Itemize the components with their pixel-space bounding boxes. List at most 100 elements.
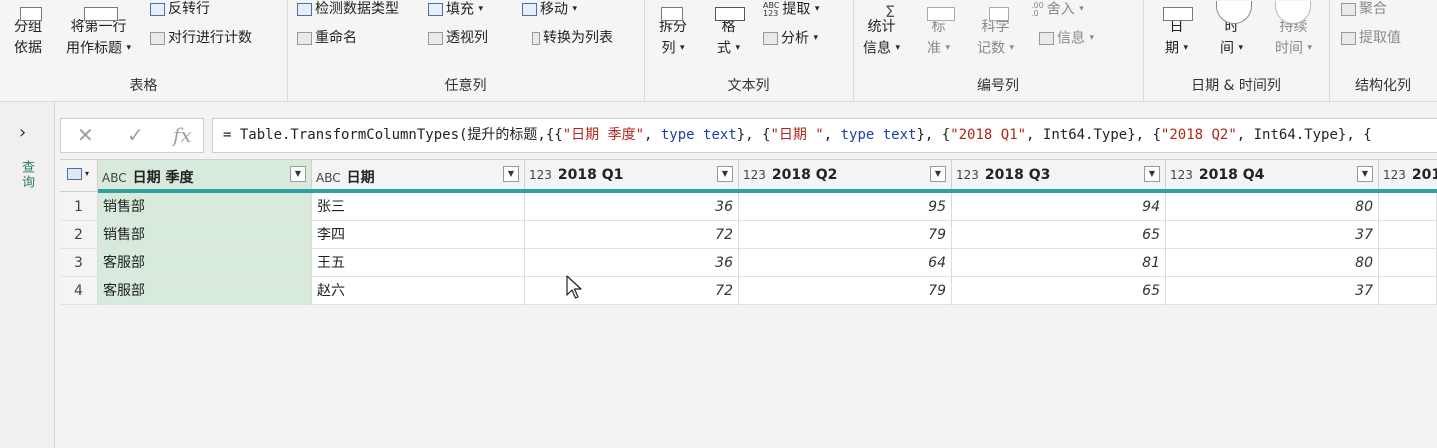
formula-token: type text <box>660 127 737 143</box>
cell-2019[interactable] <box>1379 221 1437 249</box>
table-row[interactable]: 4 客服部 赵六 72 79 65 37 <box>60 277 1437 305</box>
whole-number-type-icon[interactable]: 123 <box>1170 168 1193 182</box>
rename-button[interactable]: 重命名 <box>297 28 357 49</box>
text-type-icon[interactable]: ABC <box>102 171 127 185</box>
cell-2019[interactable] <box>1379 193 1437 221</box>
cell-2019[interactable] <box>1379 249 1437 277</box>
table-row[interactable]: 2 销售部 李四 72 79 65 37 <box>60 221 1437 249</box>
fx-icon[interactable]: fx <box>173 123 192 147</box>
cell-date[interactable]: 王五 <box>312 249 525 277</box>
filter-dropdown-icon[interactable]: ▼ <box>717 166 733 182</box>
cell-2019[interactable] <box>1379 277 1437 305</box>
row-number[interactable]: 3 <box>60 249 98 277</box>
cell-2018-q1[interactable]: 36 <box>525 193 739 221</box>
filter-dropdown-icon[interactable]: ▼ <box>1357 166 1373 182</box>
detect-data-type-button[interactable]: 检测数据类型 <box>297 0 399 20</box>
chevron-down-icon: ▾ <box>1089 33 1094 43</box>
scientific-button[interactable]: 科学 记数 ▾ <box>977 7 1014 60</box>
information-button[interactable]: 信息 ▾ <box>1039 28 1094 50</box>
extract-button[interactable]: ABC 123 提取 ▾ <box>763 0 819 21</box>
date-button[interactable]: 日 期 ▾ <box>1163 7 1193 60</box>
cell-2018-q4[interactable]: 37 <box>1166 277 1379 305</box>
standard-button[interactable]: 标 准 ▾ <box>927 7 955 60</box>
format-button[interactable]: 格 式 ▾ <box>715 7 745 60</box>
use-first-row-as-headers-button[interactable]: 将第一行 用作标题 ▾ <box>66 7 131 60</box>
expand-queries-icon[interactable]: › <box>19 122 26 143</box>
column-header-2018-q1[interactable]: 123 2018 Q1 ▼ <box>525 160 739 191</box>
cell-2018-q1[interactable]: 72 <box>525 277 739 305</box>
table-menu-button[interactable]: ▾ <box>60 160 98 191</box>
cell-date[interactable]: 张三 <box>312 193 525 221</box>
cell-2018-q2[interactable]: 95 <box>739 193 952 221</box>
cell-date[interactable]: 赵六 <box>312 277 525 305</box>
cell-2018-q4[interactable]: 37 <box>1166 221 1379 249</box>
fill-button[interactable]: 填充 ▾ <box>428 0 483 21</box>
convert-to-list-button[interactable]: 转换为列表 <box>532 28 613 49</box>
pivot-column-button[interactable]: 透视列 <box>428 28 488 49</box>
extract-values-button[interactable]: 提取值 <box>1341 28 1401 49</box>
pivot-icon <box>428 31 443 45</box>
filter-dropdown-icon[interactable]: ▼ <box>290 166 306 182</box>
cell-2018-q4[interactable]: 80 <box>1166 193 1379 221</box>
cell-2018-q3[interactable]: 65 <box>952 277 1166 305</box>
cell-date-quarter[interactable]: 客服部 <box>98 277 312 305</box>
filter-dropdown-icon[interactable]: ▼ <box>1144 166 1160 182</box>
cell-2018-q2[interactable]: 79 <box>739 277 952 305</box>
cancel-formula-icon[interactable]: ✕ <box>77 123 94 147</box>
formula-token: "日期 季度" <box>562 127 645 143</box>
cell-2018-q1[interactable]: 36 <box>525 249 739 277</box>
cell-2018-q3[interactable]: 94 <box>952 193 1166 221</box>
parse-button[interactable]: 分析 ▾ <box>763 28 818 50</box>
datetime-group: 日 期 ▾ 时 间 ▾ 持续 时间 ▾ 日期 & 时间列 <box>1143 0 1330 101</box>
whole-number-type-icon[interactable]: 123 <box>529 168 552 182</box>
cell-2018-q3[interactable]: 81 <box>952 249 1166 277</box>
queries-pane-label[interactable]: 查询 <box>19 160 36 190</box>
column-header-2018-q2[interactable]: 123 2018 Q2 ▼ <box>739 160 952 191</box>
table-row[interactable]: 1 销售部 张三 36 95 94 80 <box>60 193 1437 221</box>
filter-dropdown-icon[interactable]: ▼ <box>930 166 946 182</box>
cell-date-quarter[interactable]: 销售部 <box>98 221 312 249</box>
table-row[interactable]: 3 客服部 王五 36 64 81 80 <box>60 249 1437 277</box>
column-header-date[interactable]: ABC 日期 ▼ <box>312 160 525 191</box>
duration-button[interactable]: 持续 时间 ▾ <box>1275 1 1312 60</box>
text-type-icon[interactable]: ABC <box>316 171 341 185</box>
aggregate-button[interactable]: 聚合 <box>1341 0 1387 20</box>
formula-token: = Table.TransformColumnTypes(提升的标题,{{ <box>223 127 563 143</box>
count-rows-button[interactable]: 对行进行计数 <box>150 28 252 49</box>
column-header-date-quarter[interactable]: ABC 日期 季度 ▼ <box>98 160 312 191</box>
cell-2018-q2[interactable]: 64 <box>739 249 952 277</box>
cell-2018-q4[interactable]: 80 <box>1166 249 1379 277</box>
column-header-2019[interactable]: 1232019 <box>1379 160 1437 191</box>
statistics-button[interactable]: Σ 统计 信息 ▾ <box>863 2 900 60</box>
whole-number-type-icon[interactable]: 123 <box>1383 168 1406 182</box>
move-button[interactable]: 移动 ▾ <box>522 0 577 21</box>
cell-date-quarter[interactable]: 销售部 <box>98 193 312 221</box>
split-column-button[interactable]: 拆分 列 ▾ <box>659 7 687 60</box>
filter-dropdown-icon[interactable]: ▼ <box>503 166 519 182</box>
cell-date[interactable]: 李四 <box>312 221 525 249</box>
row-number[interactable]: 1 <box>60 193 98 221</box>
cell-date-quarter[interactable]: 客服部 <box>98 249 312 277</box>
cell-2018-q2[interactable]: 79 <box>739 221 952 249</box>
ribbon: 分组 依据 将第一行 用作标题 ▾ 反转行 对行进行计数 表格 检测数据类型 重… <box>0 0 1437 102</box>
chevron-down-icon: ▾ <box>1238 43 1243 53</box>
formula-bar[interactable]: = Table.TransformColumnTypes(提升的标题,{{"日期… <box>212 118 1437 153</box>
time-button[interactable]: 时 间 ▾ <box>1216 1 1252 60</box>
column-header-2018-q4[interactable]: 123 2018 Q4 ▼ <box>1166 160 1379 191</box>
column-header-2018-q3[interactable]: 123 2018 Q3 ▼ <box>952 160 1166 191</box>
group-by-button[interactable]: 分组 依据 <box>14 7 42 59</box>
cell-2018-q1[interactable]: 72 <box>525 221 739 249</box>
whole-number-type-icon[interactable]: 123 <box>743 168 766 182</box>
aggregate-icon <box>1341 2 1356 16</box>
rounding-button[interactable]: .00 .0 舍入 ▾ <box>1031 0 1084 21</box>
chevron-down-icon: ▾ <box>1079 4 1084 14</box>
text-column-group-label: 文本列 <box>727 78 770 94</box>
cell-2018-q3[interactable]: 65 <box>952 221 1166 249</box>
structured-group-label: 结构化列 <box>1355 78 1411 94</box>
reverse-rows-button[interactable]: 反转行 <box>150 0 210 20</box>
whole-number-type-icon[interactable]: 123 <box>956 168 979 182</box>
row-number[interactable]: 2 <box>60 221 98 249</box>
fill-down-icon <box>428 3 443 16</box>
row-number[interactable]: 4 <box>60 277 98 305</box>
commit-formula-icon[interactable]: ✓ <box>127 123 144 147</box>
